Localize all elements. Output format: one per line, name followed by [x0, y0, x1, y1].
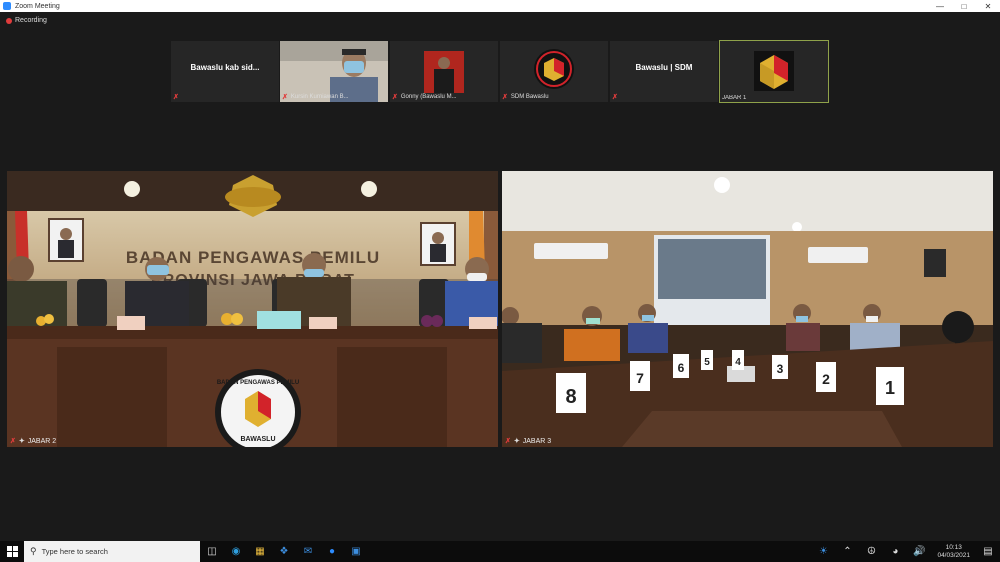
mic-muted-icon: ✗: [392, 94, 398, 101]
participant-name-label: Gonny (Bawaslu M...: [400, 94, 457, 100]
weather-icon[interactable]: ☀: [811, 541, 835, 562]
table-number-card: 2: [822, 371, 830, 387]
window-title: Zoom Meeting: [15, 2, 60, 10]
close-button[interactable]: ✕: [976, 0, 1000, 12]
notification-center-icon[interactable]: ▤: [976, 541, 1000, 562]
logo-text-top: BADAN PENGAWAS PEMILU: [217, 380, 299, 386]
taskbar-search-box[interactable]: ⚲ Type here to search: [24, 541, 200, 562]
search-placeholder: Type here to search: [41, 547, 108, 556]
participant-name-label: SDM Bawaslu: [510, 94, 549, 100]
maximize-button[interactable]: □: [952, 0, 976, 12]
participant-thumbnail[interactable]: Bawaslu | SDM ✗: [610, 41, 718, 102]
pin-icon: ✦: [18, 438, 25, 445]
mic-muted-icon: ✗: [10, 438, 16, 445]
file-explorer-icon[interactable]: ▦: [248, 541, 272, 562]
video-tile-jabar-3[interactable]: 8 7 6 5 4 3 2 1 ✗ ✦ JABAR 3: [502, 171, 993, 447]
search-icon: ⚲: [30, 546, 37, 556]
mail-icon[interactable]: ✉: [296, 541, 320, 562]
volume-icon[interactable]: 🔊: [907, 541, 931, 562]
table-number-card: 7: [636, 370, 644, 386]
participant-thumbnail[interactable]: ✗ Gonny (Bawaslu M...: [390, 41, 498, 102]
conference-room-video: 8 7 6 5 4 3 2 1: [502, 171, 993, 447]
video-tile-label: JABAR 3: [522, 437, 552, 445]
participant-thumbnail[interactable]: ✗ Kursin Kurniawan B...: [280, 41, 388, 102]
mic-muted-icon: ✗: [282, 94, 288, 101]
zoom-logo-icon: [3, 2, 11, 10]
minimize-button[interactable]: —: [928, 0, 952, 12]
participant-thumbnail-active-speaker[interactable]: JABAR 1: [719, 40, 829, 103]
bawaslu-logo-icon: [720, 41, 828, 102]
photos-app-icon[interactable]: ▣: [344, 541, 368, 562]
video-tile-jabar-2[interactable]: BADAN PENGAWAS PEMILU PROVINSI JAWA BARA…: [7, 171, 498, 447]
table-number-card: 3: [777, 362, 784, 376]
participant-display-name: Bawaslu kab sid...: [190, 63, 260, 72]
clock-time: 10:13: [945, 543, 962, 551]
conference-room-video: BADAN PENGAWAS PEMILU PROVINSI JAWA BARA…: [7, 171, 498, 447]
window-controls: — □ ✕: [928, 0, 1000, 12]
table-number-card: 1: [885, 378, 895, 398]
start-button[interactable]: [0, 541, 24, 562]
title-bar: Zoom Meeting — □ ✕: [0, 0, 1000, 12]
mic-muted-icon: ✗: [612, 94, 618, 101]
taskbar-clock[interactable]: 10:13 04/03/2021: [937, 544, 970, 560]
recording-indicator[interactable]: Recording: [6, 17, 47, 24]
table-number-card: 8: [565, 386, 576, 408]
participant-thumbnail[interactable]: Bawaslu kab sid... ✗: [171, 41, 279, 102]
windows-taskbar: ⚲ Type here to search ◫ ◉ ▦ ❖ ✉ ● ▣ ☀ ⌃ …: [0, 541, 1000, 562]
zoom-app-icon[interactable]: ●: [320, 541, 344, 562]
clock-date: 04/03/2021: [937, 551, 970, 559]
task-view-icon[interactable]: ◫: [200, 541, 224, 562]
windows-logo-icon: [6, 546, 18, 557]
pin-icon: ✦: [513, 438, 520, 445]
dropbox-icon[interactable]: ❖: [272, 541, 296, 562]
network-icon[interactable]: ☮: [859, 541, 883, 562]
participant-display-name: Bawaslu | SDM: [635, 63, 693, 72]
record-dot-icon: [6, 17, 12, 24]
system-tray: ☀ ⌃ ☮ ◕ 🔊 10:13 04/03/2021 ▤: [811, 541, 1000, 562]
wifi-icon[interactable]: ◕: [883, 541, 907, 562]
edge-browser-icon[interactable]: ◉: [224, 541, 248, 562]
participant-name-label: JABAR 1: [722, 95, 747, 101]
mic-muted-icon: ✗: [173, 94, 179, 101]
participant-thumbnail[interactable]: ✗ SDM Bawaslu: [500, 41, 608, 102]
mic-muted-icon: ✗: [505, 438, 511, 445]
recording-label: Recording: [15, 17, 47, 24]
participant-name-label: Kursin Kurniawan B...: [290, 94, 349, 100]
logo-text-bottom: BAWASLU: [241, 436, 276, 443]
table-number-card: 6: [678, 361, 685, 375]
video-tile-label: JABAR 2: [27, 437, 57, 445]
mic-muted-icon: ✗: [502, 94, 508, 101]
table-number-card: 4: [735, 357, 741, 368]
chevron-up-icon[interactable]: ⌃: [835, 541, 859, 562]
table-number-card: 5: [704, 357, 710, 368]
